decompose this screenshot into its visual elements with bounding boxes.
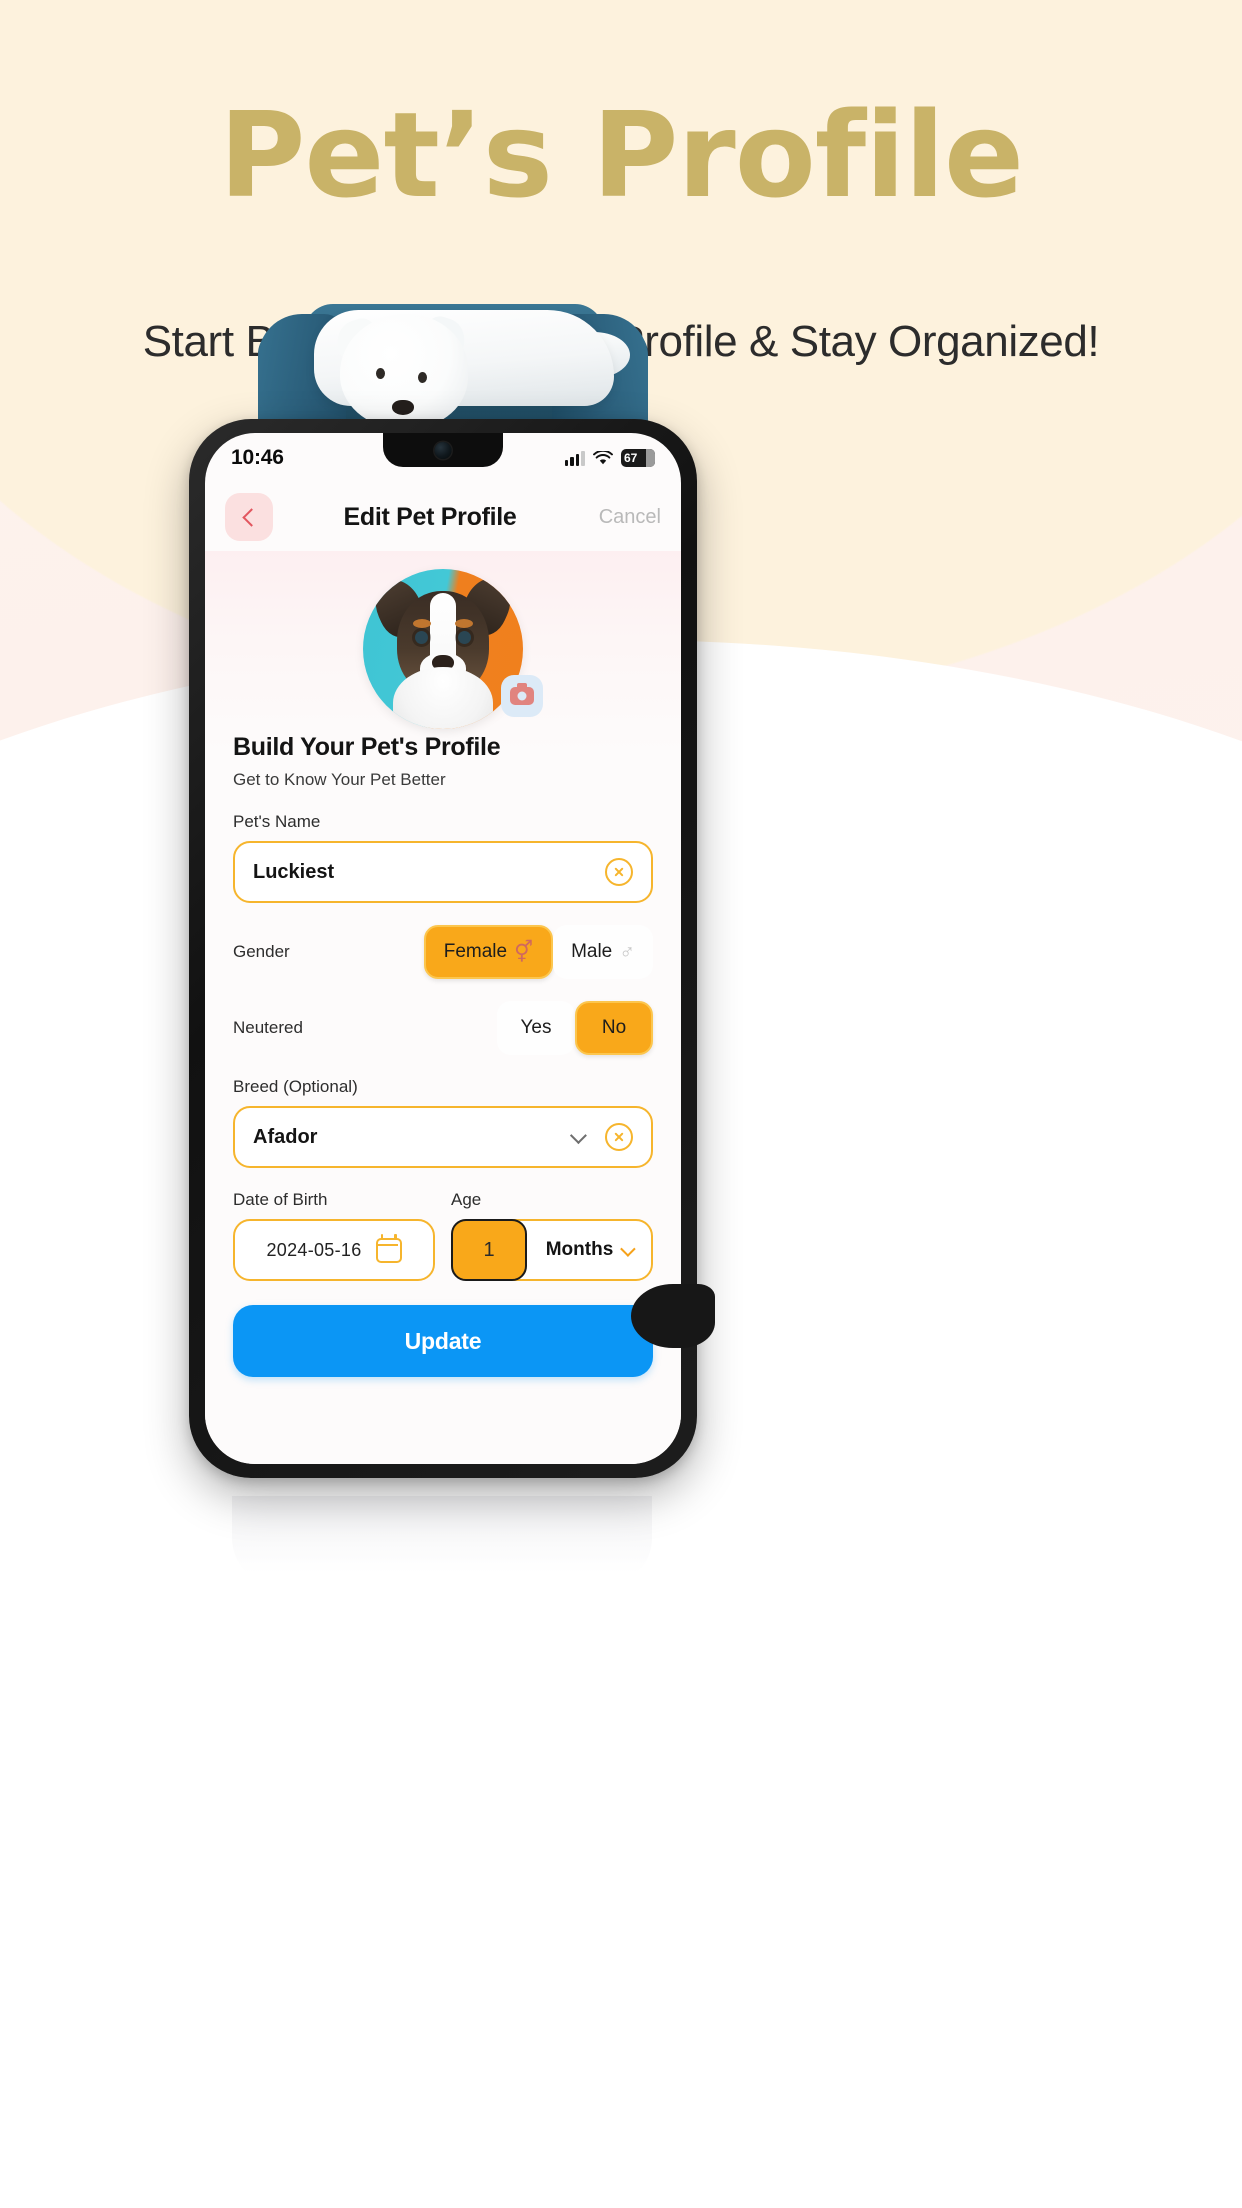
gender-options: Female ⚥ Male ♂	[423, 925, 653, 979]
header-title: Edit Pet Profile	[343, 502, 517, 531]
app-header: Edit Pet Profile Cancel	[205, 483, 681, 551]
pet-name-input[interactable]: Luckiest	[233, 841, 653, 903]
date-of-birth-picker[interactable]: 2024-05-16	[233, 1219, 435, 1281]
pet-name-label: Pet's Name	[233, 812, 321, 831]
gender-row: Gender Female ⚥ Male ♂	[233, 925, 653, 979]
app-content: Build Your Pet's Profile Get to Know You…	[205, 551, 681, 1464]
avatar-left-brow	[413, 619, 431, 628]
female-symbol-icon: ⚥	[514, 940, 534, 964]
calendar-tick-left	[380, 1233, 384, 1240]
neutered-options: Yes No	[497, 1001, 653, 1055]
gender-option-female[interactable]: Female ⚥	[423, 925, 554, 979]
pet-avatar[interactable]	[363, 569, 523, 729]
chevron-down-icon[interactable]	[569, 1127, 587, 1145]
dog-nose	[392, 400, 414, 415]
pet-name-clear-icon[interactable]	[605, 858, 633, 886]
dob-label: Date of Birth	[233, 1190, 328, 1209]
dob-column: Date of Birth 2024-05-16	[233, 1190, 435, 1281]
back-button[interactable]	[225, 493, 273, 541]
calendar-tick-right	[394, 1233, 397, 1240]
avatar-zone	[205, 551, 681, 731]
dob-age-row: Date of Birth 2024-05-16 Age 1 Months	[233, 1190, 653, 1281]
status-time: 10:46	[231, 446, 284, 469]
gender-female-label: Female	[443, 941, 508, 962]
breed-clear-icon[interactable]	[605, 1123, 633, 1151]
change-photo-button[interactable]	[501, 675, 543, 717]
neutered-label: Neutered	[233, 1018, 303, 1037]
breed-select[interactable]: Afador	[233, 1106, 653, 1168]
phone-notch	[383, 433, 503, 467]
dog-body	[314, 310, 614, 428]
date-of-birth-value: 2024-05-16	[266, 1239, 362, 1260]
gender-label: Gender	[233, 942, 290, 961]
page-title: Pet’s Profile	[218, 86, 1024, 224]
pet-name-value: Luckiest	[253, 860, 335, 883]
section-subtitle: Get to Know Your Pet Better	[233, 770, 446, 789]
age-unit-select[interactable]: Months	[527, 1239, 651, 1261]
battery-icon: 67	[621, 449, 655, 467]
cancel-button[interactable]: Cancel	[587, 506, 661, 529]
wifi-icon	[593, 450, 613, 464]
camera-icon	[510, 683, 534, 705]
update-button[interactable]: Update	[233, 1305, 653, 1377]
phone-reflection	[232, 1496, 652, 1586]
breed-label: Breed (Optional)	[233, 1077, 358, 1096]
calendar-icon	[375, 1233, 402, 1263]
age-field: 1 Months	[451, 1219, 653, 1281]
pet-profile-form: Build Your Pet's Profile Get to Know You…	[205, 733, 681, 1377]
battery-level: 67	[624, 451, 638, 465]
dog-right-eye	[418, 372, 427, 383]
gender-option-male[interactable]: Male ♂	[553, 925, 653, 979]
neutered-row: Neutered Yes No	[233, 1001, 653, 1055]
status-indicators: 67	[564, 449, 655, 467]
age-unit-label: Months	[545, 1239, 614, 1260]
phone-screen: 10:46 67 Edit Pet Profile Cancel Build Y…	[205, 433, 681, 1464]
neutered-option-no[interactable]: No	[575, 1001, 653, 1055]
phone-mockup: 10:46 67 Edit Pet Profile Cancel Build Y…	[189, 419, 715, 1478]
decorative-corner-shape	[631, 1284, 715, 1348]
front-camera-icon	[434, 442, 452, 459]
age-value-input[interactable]: 1	[451, 1219, 527, 1281]
gender-male-label: Male	[571, 941, 613, 962]
section-title: Build Your Pet's Profile	[233, 733, 501, 761]
breed-value: Afador	[253, 1125, 318, 1148]
neutered-option-yes[interactable]: Yes	[497, 1001, 575, 1055]
male-symbol-icon: ♂	[619, 940, 635, 964]
cellular-signal-icon	[564, 450, 585, 466]
avatar-right-eye	[458, 631, 471, 644]
age-column: Age 1 Months	[451, 1190, 653, 1281]
avatar-chest-ruff	[393, 667, 493, 729]
chevron-down-icon	[620, 1240, 636, 1257]
dog-left-eye	[376, 368, 385, 379]
avatar-right-brow	[455, 619, 473, 628]
chevron-left-icon	[241, 507, 261, 527]
age-label: Age	[451, 1190, 482, 1209]
avatar-left-eye	[415, 631, 428, 644]
promo-page: Pet’s Profile Start Building Your Pet's …	[0, 0, 1242, 2208]
